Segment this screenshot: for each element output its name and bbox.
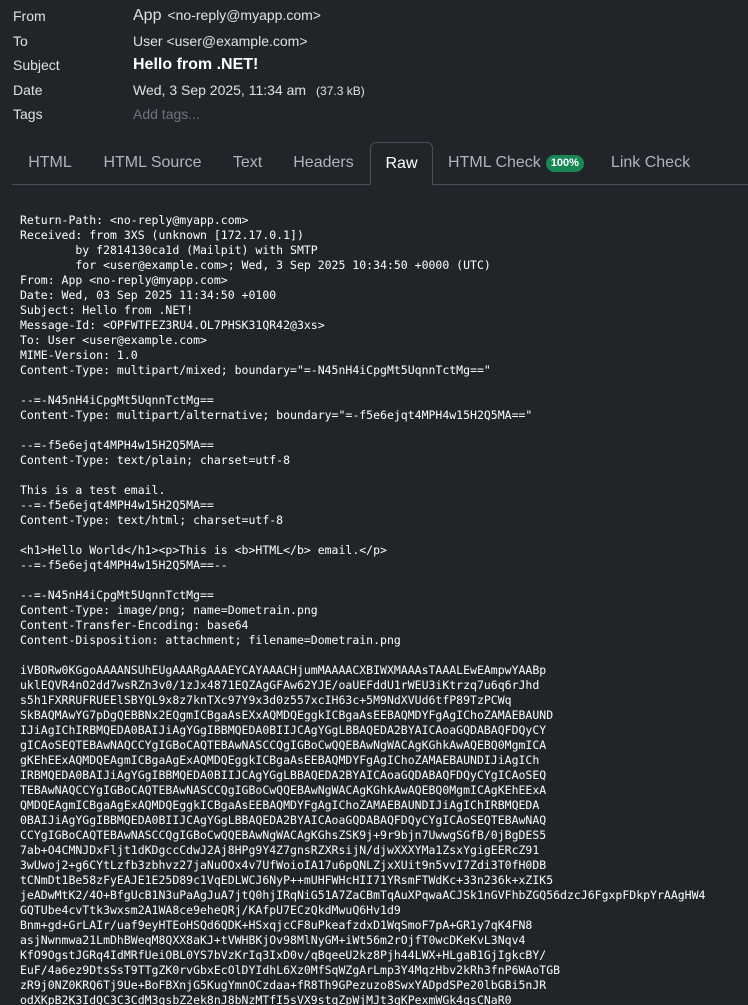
tab-text[interactable]: Text <box>217 142 278 184</box>
raw-message-source: Return-Path: <no-reply@myapp.com> Receiv… <box>20 213 706 1005</box>
subject-value: Hello from .NET! <box>133 56 259 74</box>
tags-row: Tags Add tags... <box>13 102 733 127</box>
date-row: Date Wed, 3 Sep 2025, 11:34 am (37.3 kB) <box>13 78 733 103</box>
tab-html-source[interactable]: HTML Source <box>92 142 213 184</box>
to-value: User <user@example.com> <box>133 32 308 49</box>
view-tabs: HTML HTML Source Text Headers Raw HTML C… <box>12 142 748 185</box>
message-headers: From App <no-reply@myapp.com> To User <us… <box>13 4 733 127</box>
date-text: Wed, 3 Sep 2025, 11:34 am <box>133 81 307 98</box>
from-email: <no-reply@myapp.com> <box>167 7 321 24</box>
subject-label: Subject <box>13 57 60 74</box>
from-label: From <box>13 8 46 25</box>
date-value: Wed, 3 Sep 2025, 11:34 am (37.3 kB) <box>133 82 365 98</box>
tab-html[interactable]: HTML <box>12 142 88 184</box>
to-row: To User <user@example.com> <box>13 29 733 54</box>
tab-html-check-label: HTML Check <box>448 154 541 171</box>
tab-html-check[interactable]: HTML Check 100% <box>437 142 595 184</box>
tab-headers[interactable]: Headers <box>281 142 366 184</box>
tab-link-check[interactable]: Link Check <box>599 142 702 184</box>
message-size: (37.3 kB) <box>316 83 365 98</box>
from-name: App <box>133 7 162 25</box>
from-row: From App <no-reply@myapp.com> <box>13 4 733 29</box>
tags-input[interactable]: Add tags... <box>133 106 200 122</box>
from-value: App <no-reply@myapp.com> <box>133 7 321 25</box>
date-label: Date <box>13 81 43 98</box>
tags-label: Tags <box>13 106 43 123</box>
to-label: To <box>13 32 28 49</box>
html-check-score-badge: 100% <box>545 155 584 172</box>
tab-raw[interactable]: Raw <box>370 142 433 185</box>
subject-row: Subject Hello from .NET! <box>13 53 733 78</box>
